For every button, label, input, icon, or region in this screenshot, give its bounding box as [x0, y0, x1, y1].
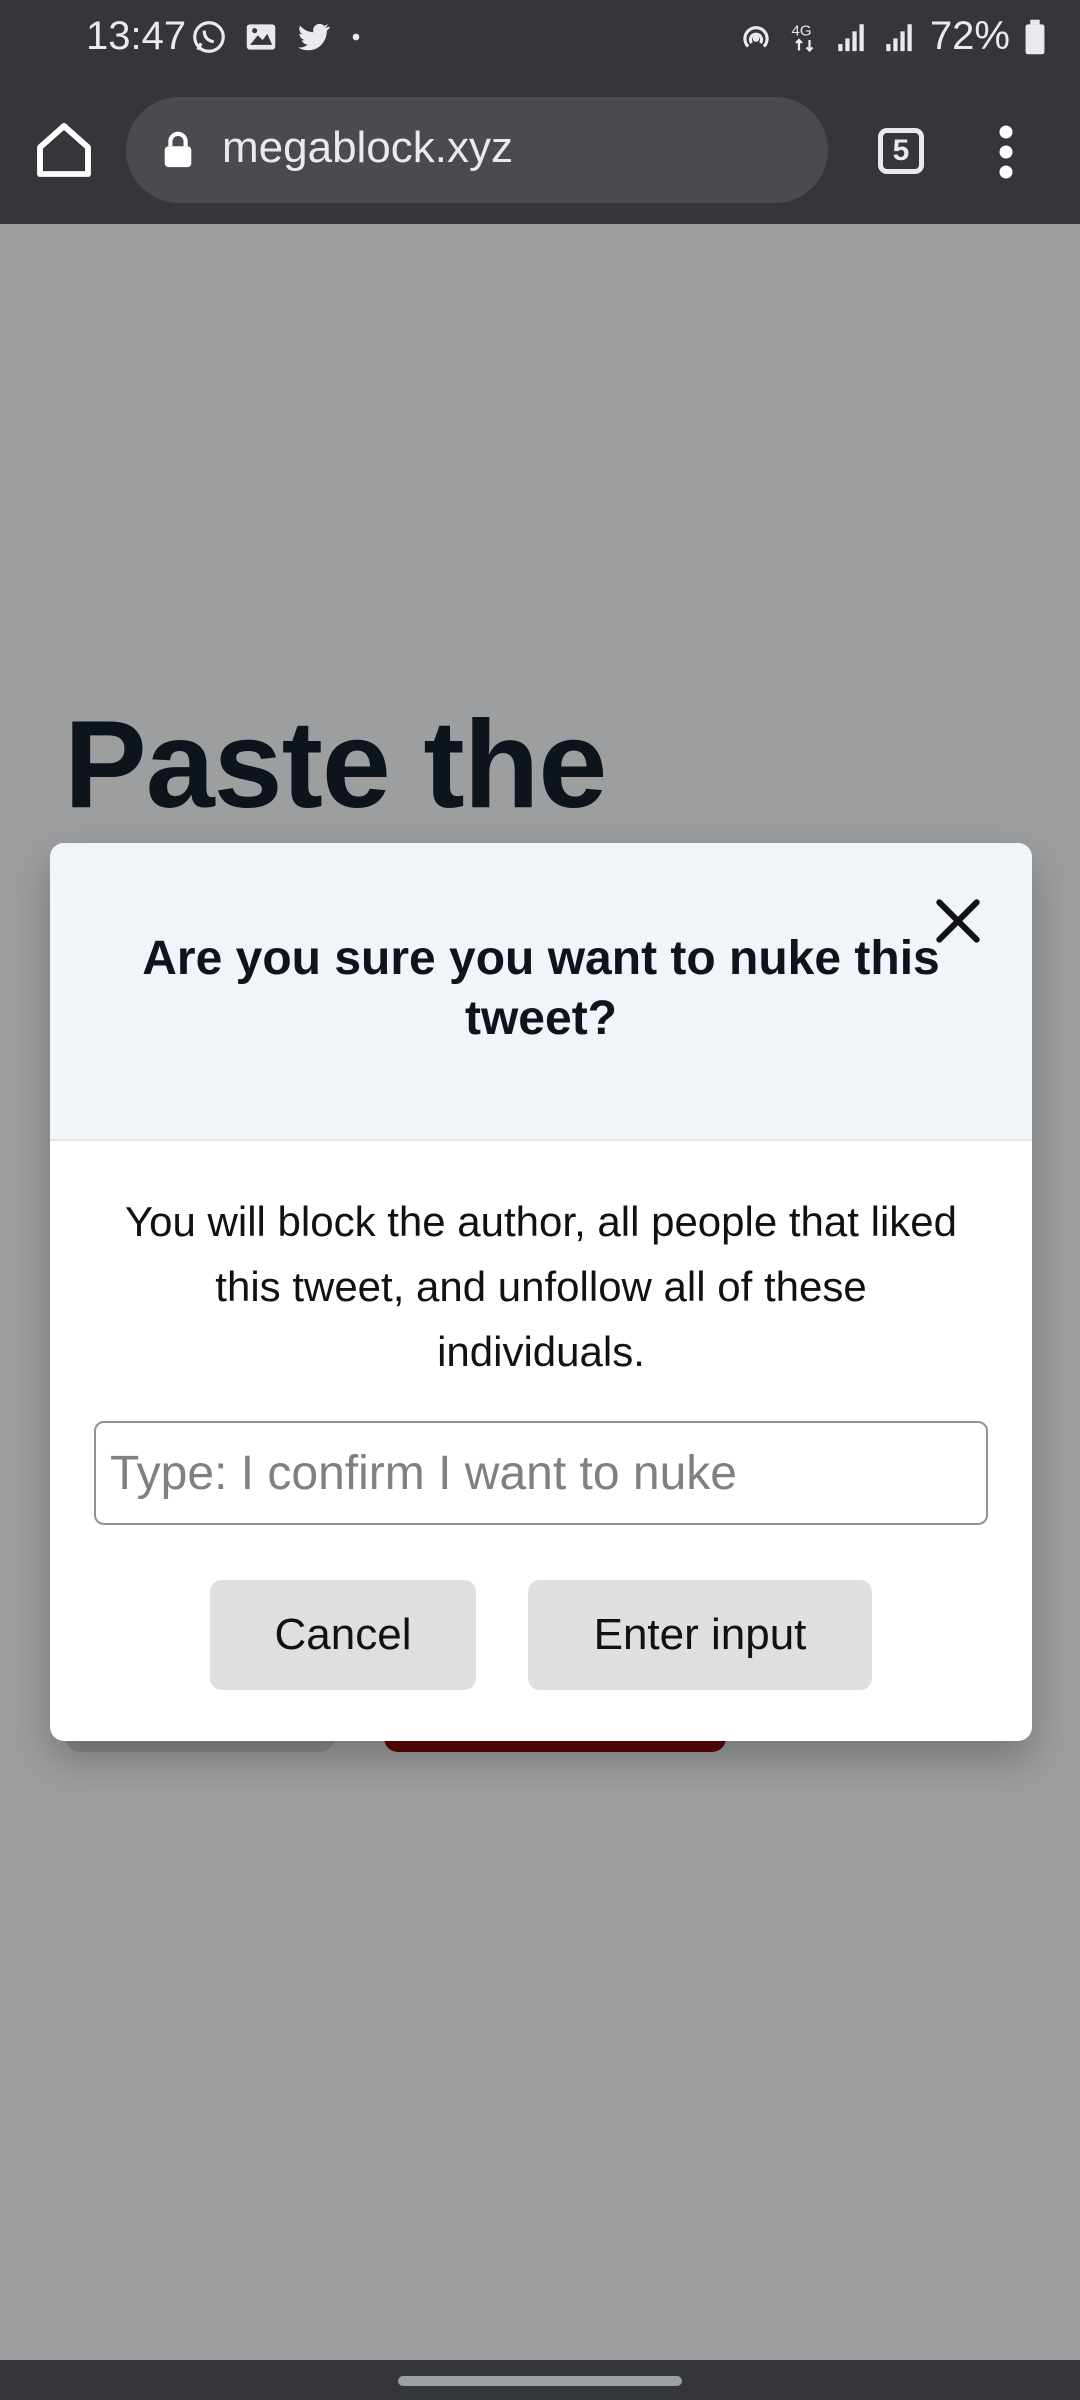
tab-switcher-button[interactable]: 5: [878, 128, 924, 174]
dot-icon: [352, 33, 360, 41]
system-nav-bar: [0, 2360, 1080, 2400]
whatsapp-icon: [193, 21, 225, 53]
status-bar: 13:47 4G 72%: [0, 0, 1080, 78]
home-gesture-handle[interactable]: [398, 2376, 682, 2386]
twitter-icon: [298, 23, 330, 51]
battery-icon: [1025, 19, 1045, 54]
signal-icon-2: [886, 23, 912, 51]
signal-icon-1: [838, 23, 864, 51]
dialog-message: You will block the author, all people th…: [124, 1198, 957, 1375]
enter-input-button[interactable]: Enter input: [528, 1580, 872, 1690]
hotspot-icon: [743, 25, 769, 48]
home-icon[interactable]: [32, 118, 96, 182]
network-4g-icon: 4G: [791, 22, 814, 52]
gallery-icon: [246, 24, 276, 50]
confirm-nuke-dialog: Are you sure you want to nuke this tweet…: [50, 843, 1032, 1741]
tab-count: 5: [892, 134, 910, 167]
address-bar[interactable]: megablock.xyz: [126, 97, 828, 203]
status-right: 4G 72%: [736, 14, 1046, 59]
lock-icon: [164, 131, 192, 168]
battery-percentage: 72%: [929, 14, 1010, 58]
url-text: megablock.xyz: [222, 123, 514, 172]
browser-toolbar: megablock.xyz 5: [0, 78, 1080, 224]
confirm-text-input[interactable]: [94, 1421, 988, 1525]
cancel-button[interactable]: Cancel: [210, 1580, 476, 1690]
svg-text:4G: 4G: [791, 22, 811, 39]
notification-icons: [190, 18, 366, 56]
dialog-title: Are you sure you want to nuke this tweet…: [142, 932, 940, 1045]
more-menu-icon[interactable]: [990, 122, 1022, 182]
page-heading: Paste the: [64, 696, 607, 834]
status-time: 13:47: [86, 14, 187, 58]
dialog-header: Are you sure you want to nuke this tweet…: [50, 843, 1032, 1141]
